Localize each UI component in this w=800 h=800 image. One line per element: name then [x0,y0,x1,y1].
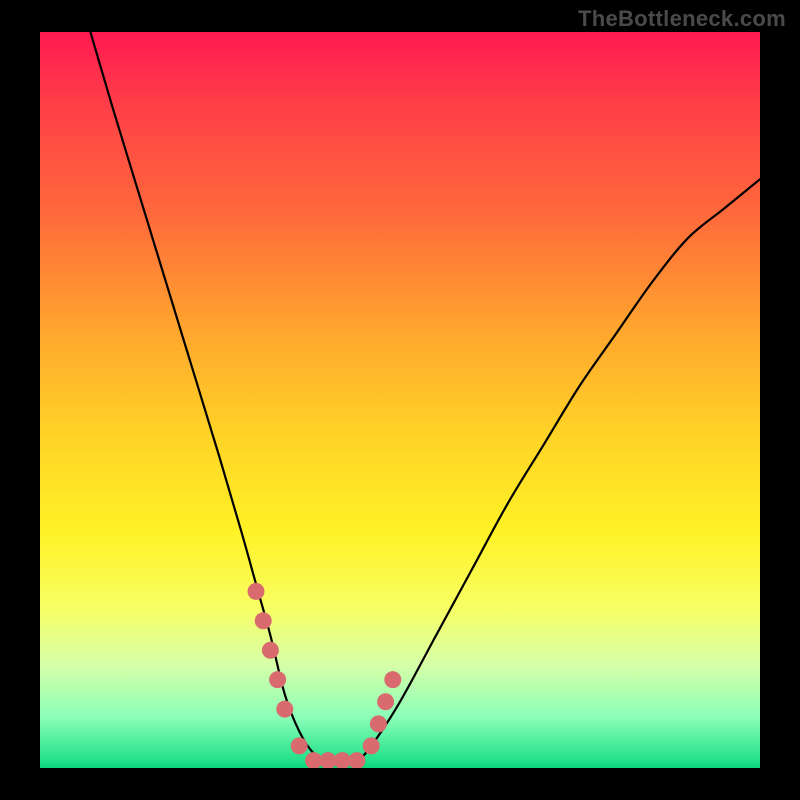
plot-area [40,32,760,768]
highlight-marker [255,612,272,629]
highlight-marker [269,671,286,688]
highlight-marker [348,752,365,768]
curve-svg [40,32,760,768]
highlight-marker [276,701,293,718]
highlight-markers [248,583,402,768]
attribution-text: TheBottleneck.com [578,6,786,32]
highlight-marker [384,671,401,688]
bottleneck-curve [90,32,760,762]
chart-frame: TheBottleneck.com [0,0,800,800]
highlight-marker [363,737,380,754]
highlight-marker [248,583,265,600]
highlight-marker [262,642,279,659]
highlight-marker [291,737,308,754]
highlight-marker [377,693,394,710]
highlight-marker [370,715,387,732]
